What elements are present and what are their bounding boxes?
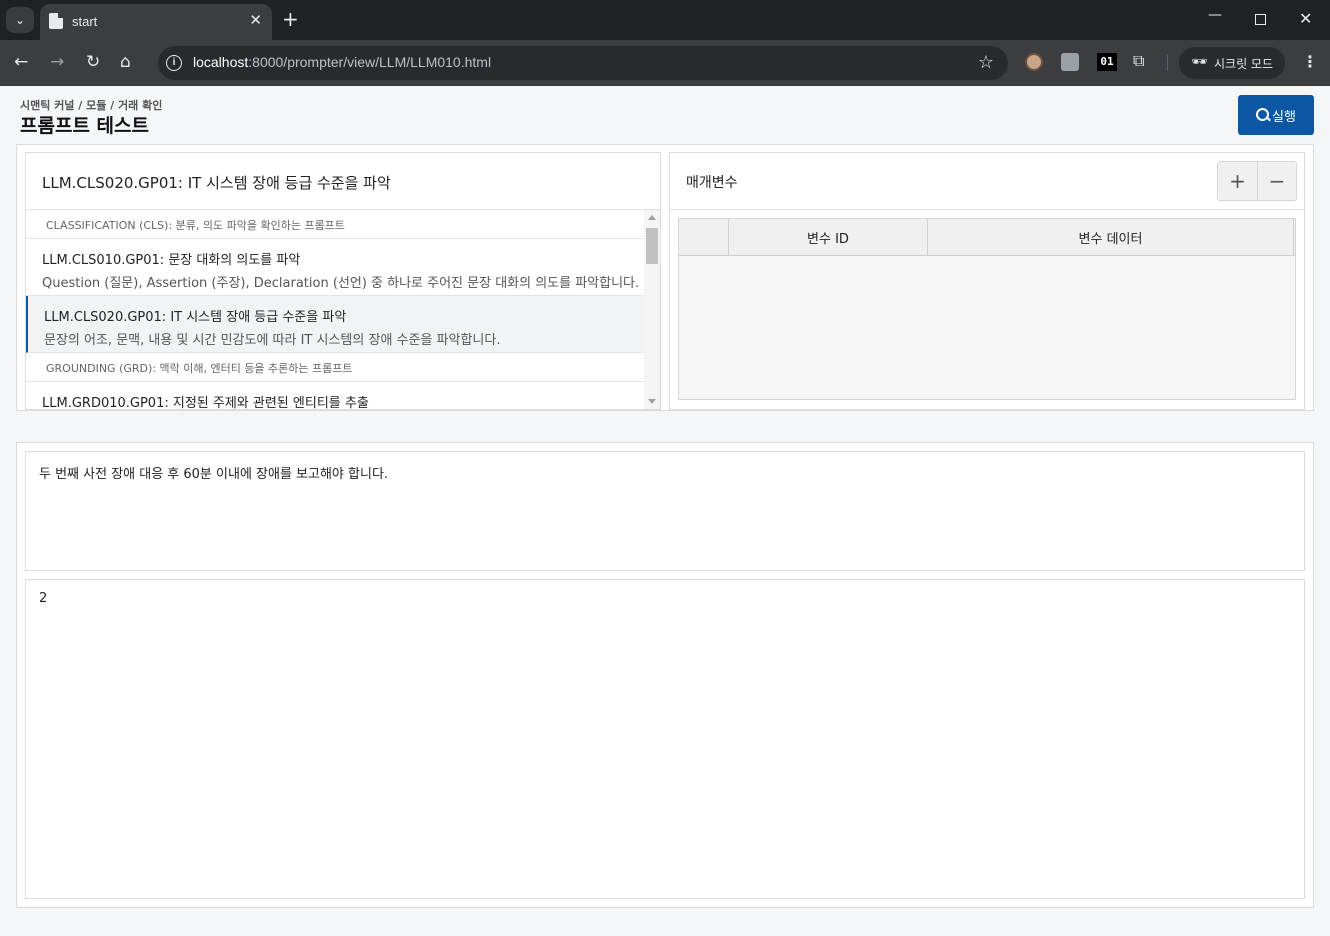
scroll-down-icon[interactable] [648,399,656,404]
maximize-icon[interactable] [1255,14,1266,25]
list-item-selected[interactable]: LLM.CLS020.GP01: IT 시스템 장애 등급 수준을 파악 문장의… [26,296,644,353]
item-title: LLM.CLS010.GP01: 문장 대화의 의도를 파악 [42,253,301,268]
input-text: 두 번째 사전 장애 대응 후 60분 이내에 장애를 보고해야 합니다. [39,467,389,482]
list-item[interactable]: LLM.GRD010.GP01: 지정된 주제와 관련된 엔티티를 추출 [26,382,644,409]
minimize-icon[interactable]: — [1208,7,1222,23]
selected-prompt-title: LLM.CLS020.GP01: IT 시스템 장애 등급 수준을 파악 [42,174,391,192]
home-icon[interactable]: ⌂ [120,52,131,72]
reload-icon[interactable]: ↻ [86,52,100,72]
add-param-button[interactable]: + [1218,162,1257,200]
info-icon[interactable]: i [166,55,182,71]
output-text: 2 [39,591,48,606]
incognito-badge[interactable]: 🕶 시크릿 모드 [1179,47,1285,79]
group-header: GROUNDING (GRD): 맥락 이해, 엔터티 등을 추론하는 프롬프트 [26,353,644,382]
bookmark-star-icon[interactable]: ☆ [978,52,994,73]
group-header: CLASSIFICATION (CLS): 분류, 의도 파악을 확인하는 프롬… [26,210,644,239]
result-output-textarea[interactable]: 2 [25,579,1305,899]
params-panel-header: 매개변수 + − [670,153,1304,210]
browser-toolbar: ← → ↻ ⌂ i localhost:8000/prompter/view/L… [0,40,1330,86]
item-desc: Question (질문), Assertion (주장), Declarati… [42,276,640,291]
window-close-icon[interactable]: ✕ [1299,9,1312,28]
page-title: 프롬프트 테스트 [20,115,149,137]
app-page: 시맨틱 커널 / 모듈 / 거래 확인 프롬프트 테스트 실행 LLM.CLS0… [0,86,1330,936]
prompt-panel: LLM.CLS020.GP01: IT 시스템 장애 등급 수준을 파악 CLA… [25,152,661,410]
extension-icon[interactable]: 01 [1097,53,1117,71]
tab-search-button[interactable]: ⌄ [6,7,34,33]
grid-header-data[interactable]: 변수 데이터 [928,219,1294,255]
toolbar-divider [1167,55,1168,71]
search-icon [1256,108,1270,122]
grid-header-id[interactable]: 변수 ID [729,219,928,255]
new-tab-button[interactable]: + [282,8,299,30]
more-menu-icon[interactable]: ⋮ [1302,52,1318,71]
incognito-label: 시크릿 모드 [1214,57,1274,71]
scroll-up-icon[interactable] [648,215,656,220]
close-icon[interactable]: ✕ [249,11,262,29]
page-icon [49,13,63,29]
extension-icon[interactable] [1025,53,1043,71]
back-arrow-icon[interactable]: ← [14,52,28,72]
item-title: LLM.GRD010.GP01: 지정된 주제와 관련된 엔티티를 추출 [42,396,369,409]
forward-arrow-icon[interactable]: → [50,52,64,72]
incognito-icon: 🕶 [1191,55,1208,70]
run-button[interactable]: 실행 [1238,95,1314,135]
list-scrollbar[interactable] [644,210,660,409]
tab-title: start [72,14,98,29]
prompt-input-textarea[interactable]: 두 번째 사전 장애 대응 후 60분 이내에 장애를 보고해야 합니다. [25,451,1305,571]
prompt-list[interactable]: CLASSIFICATION (CLS): 분류, 의도 파악을 확인하는 프롬… [26,210,644,409]
item-title: LLM.CLS020.GP01: IT 시스템 장애 등급 수준을 파악 [44,310,347,325]
grid-header: 변수 ID 변수 데이터 [679,219,1295,256]
list-item[interactable]: LLM.CLS010.GP01: 문장 대화의 의도를 파악 Question … [26,239,644,296]
extensions-puzzle-icon[interactable]: ⧉ [1133,51,1151,70]
params-grid[interactable]: 변수 ID 변수 데이터 [678,218,1296,400]
browser-tab-bar: ⌄ start ✕ + — ✕ [0,0,1330,40]
prompt-panel-header: LLM.CLS020.GP01: IT 시스템 장애 등급 수준을 파악 [26,153,660,210]
browser-tab[interactable]: start ✕ [40,4,272,40]
item-desc: 문장의 어조, 문맥, 내용 및 시간 민감도에 따라 IT 시스템의 장애 수… [44,333,501,348]
url-text[interactable]: localhost:8000/prompter/view/LLM/LLM010.… [193,54,491,70]
address-bar[interactable]: i localhost:8000/prompter/view/LLM/LLM01… [158,46,1008,80]
param-button-group: + − [1217,161,1297,201]
run-label: 실행 [1272,109,1296,125]
extension-icon[interactable] [1061,53,1079,71]
grid-header-check[interactable] [679,219,729,255]
params-title: 매개변수 [686,175,738,191]
params-panel: 매개변수 + − 변수 ID 변수 데이터 [669,152,1305,410]
scroll-thumb[interactable] [646,228,658,264]
remove-param-button[interactable]: − [1257,162,1296,200]
